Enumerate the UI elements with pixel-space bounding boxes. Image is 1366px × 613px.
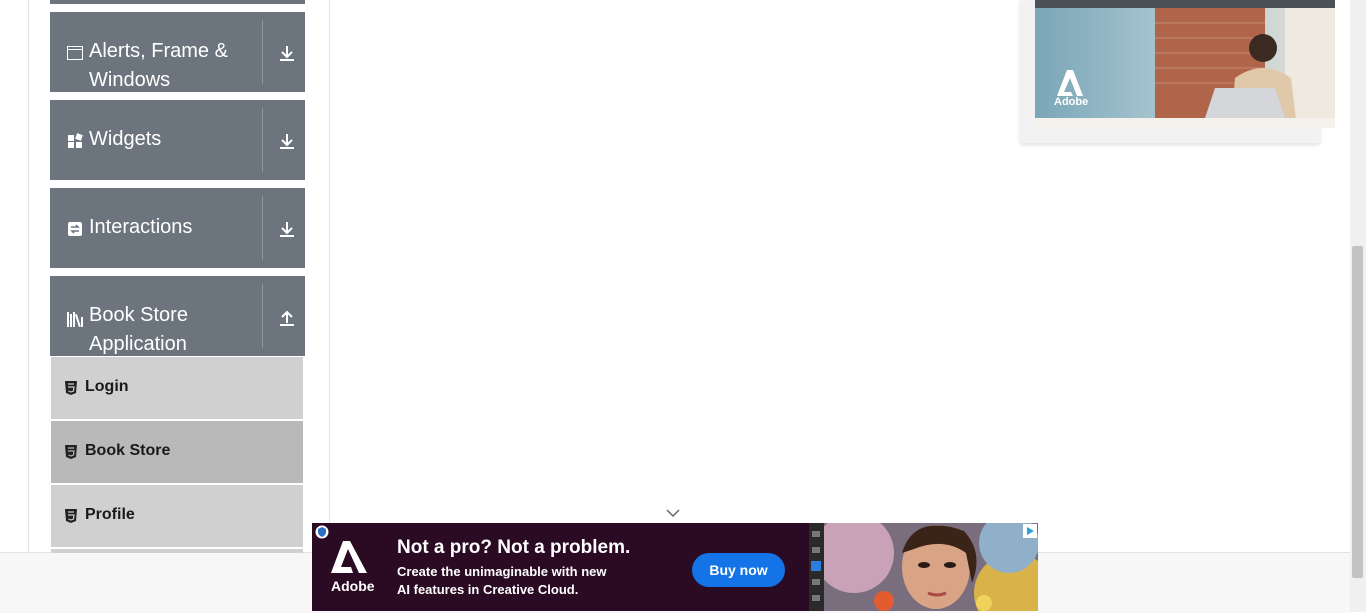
html5-icon bbox=[65, 445, 77, 459]
expand-down-icon[interactable] bbox=[274, 128, 300, 154]
menu-item-book-store[interactable]: Book Store bbox=[51, 421, 303, 483]
sidebar-group-previous bbox=[50, 0, 305, 4]
ad-tool-strip bbox=[809, 523, 824, 611]
sidebar-group-book-store-application[interactable]: Book Store Application bbox=[50, 276, 305, 356]
ad-top-bar bbox=[1035, 0, 1335, 8]
group-header[interactable]: Interactions bbox=[50, 188, 262, 268]
ad-artwork bbox=[824, 523, 1038, 611]
expand-down-icon[interactable] bbox=[274, 40, 300, 66]
ad-headline: Not a pro? Not a problem. bbox=[397, 537, 631, 558]
scrollbar-thumb[interactable] bbox=[1352, 246, 1363, 578]
adobe-logo-icon bbox=[331, 541, 367, 573]
content-left-border bbox=[329, 0, 330, 552]
window-icon bbox=[67, 46, 83, 60]
chevron-down-icon[interactable] bbox=[665, 507, 681, 519]
ad-brand: Adobe bbox=[1054, 96, 1089, 108]
menu-item-profile[interactable]: Profile bbox=[51, 485, 303, 547]
menu-item-label: Book Store bbox=[85, 442, 171, 459]
group-header[interactable]: Widgets bbox=[50, 100, 262, 180]
collapse-up-icon[interactable] bbox=[274, 305, 300, 331]
sidebar-group-interactions[interactable]: Interactions bbox=[50, 188, 305, 268]
menu-item-label: Profile bbox=[85, 506, 135, 523]
ad-banner-bottom[interactable]: Adobe Not a pro? Not a problem. Create t… bbox=[312, 523, 1038, 611]
expand-down-icon[interactable] bbox=[274, 216, 300, 242]
group-divider bbox=[262, 284, 263, 348]
ad-choices-icon[interactable] bbox=[1023, 524, 1037, 538]
group-label: Interactions bbox=[89, 216, 193, 238]
ad-privacy-icon[interactable] bbox=[315, 525, 329, 539]
sidebar-group-alerts-frame-windows[interactable]: Alerts, Frame & Windows bbox=[50, 12, 305, 92]
html5-icon bbox=[65, 509, 77, 523]
ad-top-image[interactable]: Adobe bbox=[1035, 8, 1335, 128]
group-label: Widgets bbox=[89, 128, 162, 150]
books-icon bbox=[67, 312, 83, 327]
group-divider bbox=[262, 108, 263, 172]
interactions-icon bbox=[68, 222, 82, 236]
menu-item-next bbox=[51, 549, 303, 553]
ad-brand: Adobe bbox=[331, 578, 375, 594]
menu-item-login[interactable]: Login bbox=[51, 357, 303, 419]
buy-now-button[interactable]: Buy now bbox=[692, 553, 785, 587]
sidebar-group-widgets[interactable]: Widgets bbox=[50, 100, 305, 180]
ad-body-line-2: AI features in Creative Cloud. bbox=[397, 582, 579, 597]
adobe-logo-icon bbox=[1057, 70, 1083, 96]
group-header[interactable]: Alerts, Frame & Windows bbox=[50, 12, 262, 92]
menu-item-label: Login bbox=[85, 378, 129, 395]
group-divider bbox=[262, 20, 263, 84]
group-header[interactable]: Book Store Application bbox=[50, 276, 262, 356]
group-divider bbox=[262, 196, 263, 260]
widgets-icon bbox=[68, 133, 83, 148]
ad-body-line-1: Create the unimaginable with new bbox=[397, 564, 607, 579]
sidebar-left-border bbox=[28, 0, 29, 552]
group-label: Alerts, Frame & Windows bbox=[89, 40, 228, 91]
group-label: Book Store Application bbox=[89, 304, 188, 355]
html5-icon bbox=[65, 381, 77, 395]
